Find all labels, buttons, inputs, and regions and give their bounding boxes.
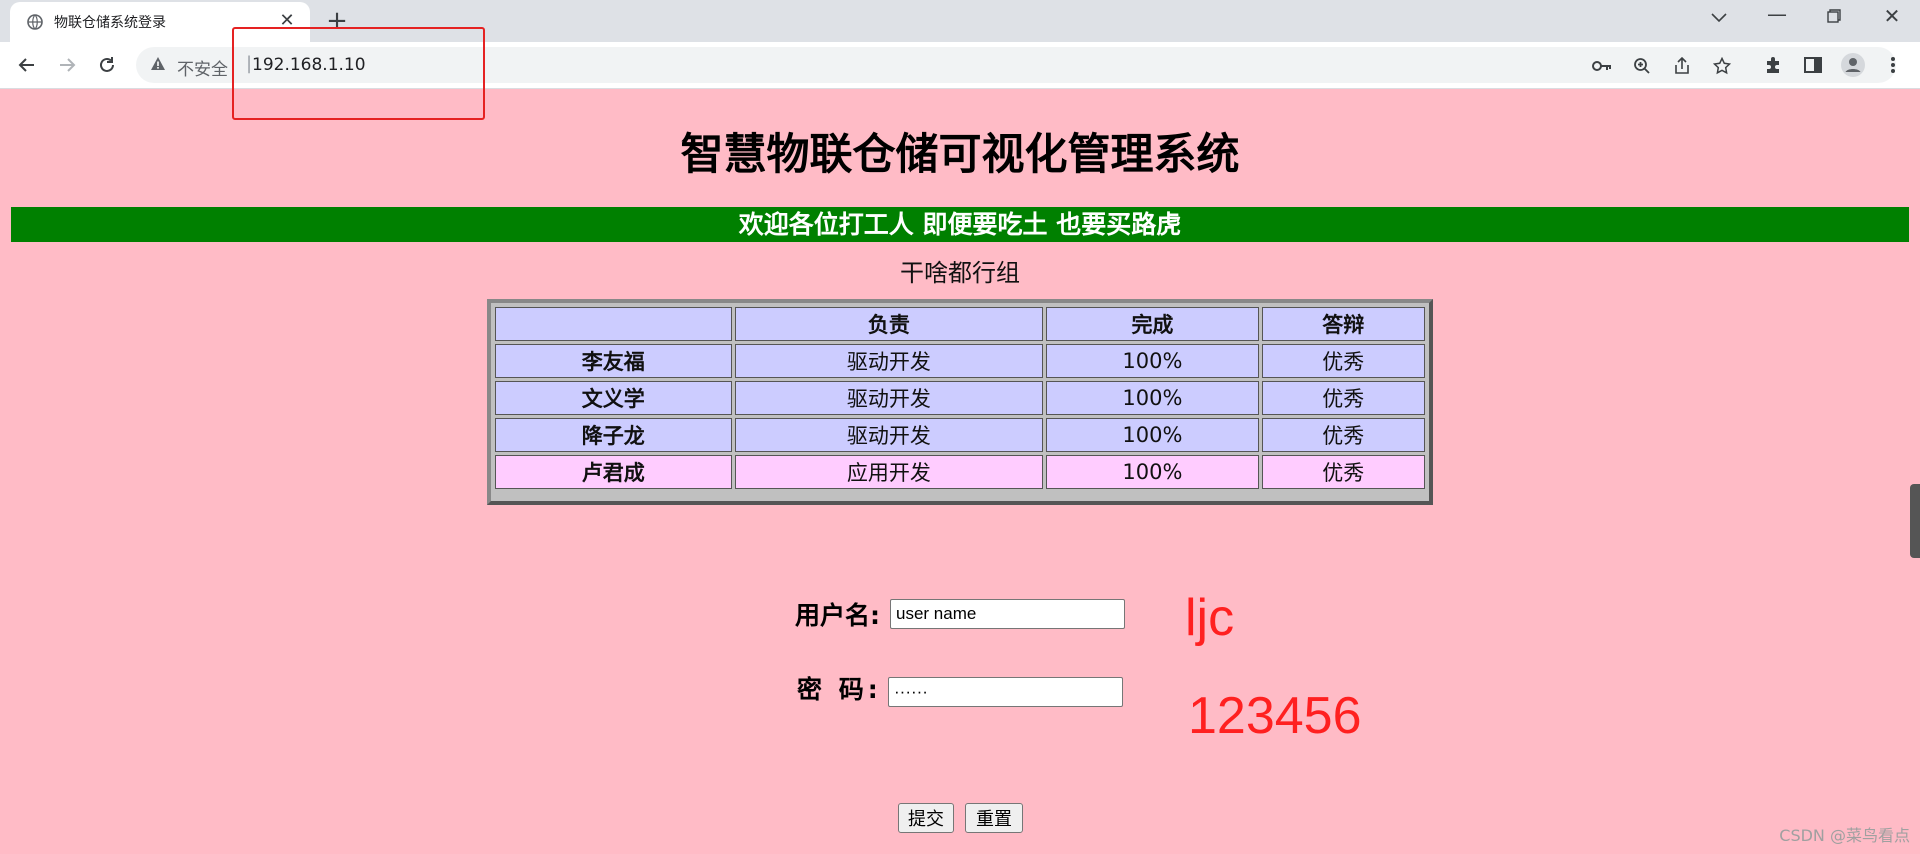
member-name: 文义学 [495,381,732,415]
table-header [495,307,732,341]
password-input[interactable] [888,677,1123,707]
forward-arrow-icon[interactable] [53,51,81,79]
restore-icon[interactable] [1814,4,1854,28]
annotation-highlight-box [232,27,485,120]
window-close-icon[interactable]: ✕ [1872,4,1912,28]
side-panel-icon[interactable] [1800,52,1826,78]
submit-button[interactable]: 提交 [898,803,954,833]
username-annotation: ljc [1185,589,1235,647]
team-table: 负责 完成 答辩 李友福 驱动开发 100% 优秀 文义学 驱动开发 100% … [492,304,1428,492]
reset-button[interactable]: 重置 [965,803,1023,833]
table-header: 负责 [734,307,1044,341]
member-name: 李友福 [495,344,732,378]
kebab-menu-icon[interactable] [1880,52,1906,78]
member-role: 应用开发 [734,455,1044,489]
zoom-icon[interactable] [1631,55,1653,77]
table-row: 降子龙 驱动开发 100% 优秀 [495,418,1425,452]
welcome-banner: 欢迎各位打工人 即便要吃土 也要买路虎 [11,207,1909,242]
member-grade: 优秀 [1261,455,1425,489]
member-grade: 优秀 [1261,381,1425,415]
globe-icon [26,13,44,31]
member-done: 100% [1046,381,1259,415]
back-arrow-icon[interactable] [13,51,41,79]
tab-search-chevron-icon[interactable] [1699,4,1739,28]
member-role: 驱动开发 [734,381,1044,415]
table-row: 卢君成 应用开发 100% 优秀 [495,455,1425,489]
member-done: 100% [1046,418,1259,452]
page-title: 智慧物联仓储可视化管理系统 [680,130,1240,180]
group-name: 干啥都行组 [900,259,1020,287]
watermark: CSDN @菜鸟看点 [1779,826,1910,845]
table-header-row: 负责 完成 答辩 [495,307,1425,341]
profile-avatar-icon[interactable] [1840,52,1866,78]
table-row: 文义学 驱动开发 100% 优秀 [495,381,1425,415]
team-table-frame: 负责 完成 答辩 李友福 驱动开发 100% 优秀 文义学 驱动开发 100% … [487,299,1433,505]
bookmark-star-icon[interactable] [1711,55,1733,77]
side-scroll-widget[interactable] [1910,484,1920,558]
warning-icon[interactable] [150,56,166,76]
table-row: 李友福 驱动开发 100% 优秀 [495,344,1425,378]
insecure-label[interactable]: 不安全 [177,55,228,80]
extensions-puzzle-icon[interactable] [1760,52,1786,78]
reload-icon[interactable] [93,51,121,79]
password-annotation: 123456 [1188,687,1362,745]
member-role: 驱动开发 [734,344,1044,378]
member-grade: 优秀 [1261,344,1425,378]
tab-title: 物联仓储系统登录 [54,15,166,31]
share-icon[interactable] [1671,55,1693,77]
minimize-icon[interactable]: — [1757,2,1797,26]
member-role: 驱动开发 [734,418,1044,452]
member-name: 卢君成 [495,455,732,489]
password-label: 密 码: [797,675,882,704]
key-icon[interactable] [1591,55,1613,77]
username-label: 用户名: [795,601,880,630]
member-name: 降子龙 [495,418,732,452]
table-header: 答辩 [1261,307,1425,341]
member-grade: 优秀 [1261,418,1425,452]
member-done: 100% [1046,344,1259,378]
username-input[interactable] [890,599,1125,629]
member-done: 100% [1046,455,1259,489]
table-header: 完成 [1046,307,1259,341]
